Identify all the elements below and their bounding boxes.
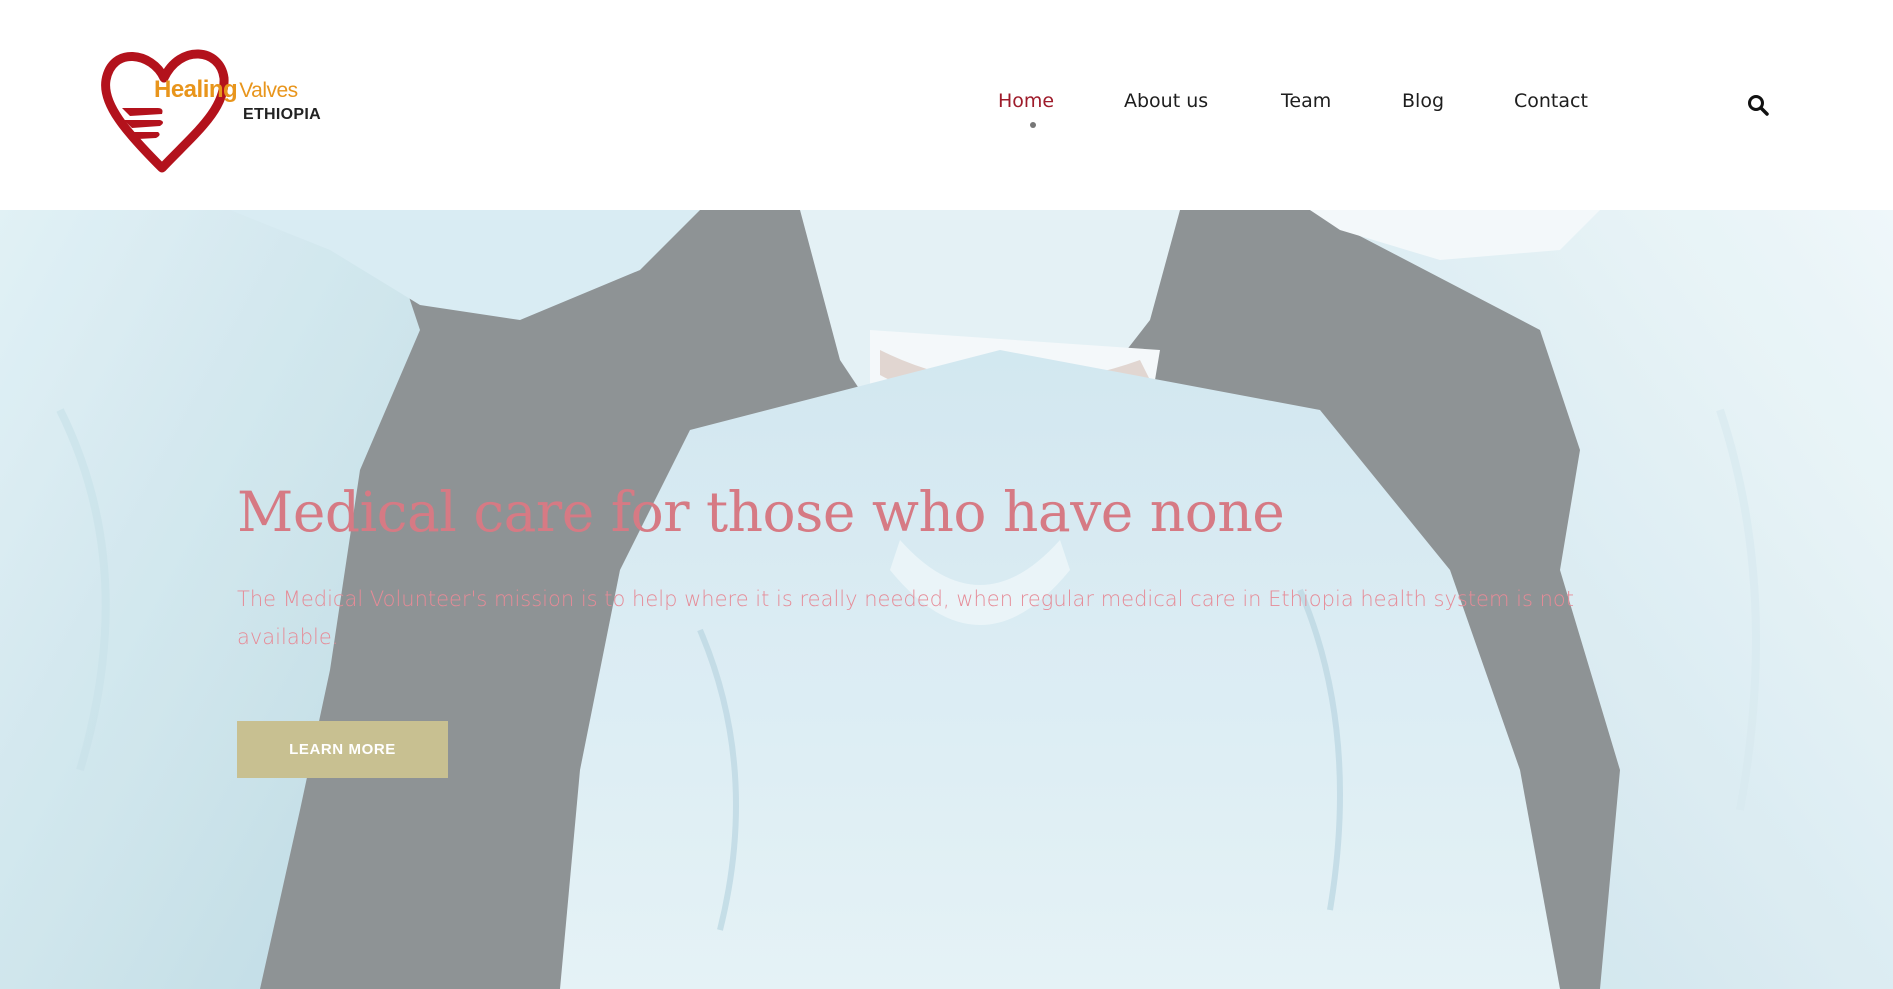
active-indicator-dot (1030, 122, 1036, 128)
search-button[interactable] (1746, 93, 1770, 117)
logo[interactable]: HealingValves ETHIOPIA (100, 40, 330, 175)
hero-description: The Medical Volunteer's mission is to he… (237, 587, 1574, 649)
logo-word-ethiopia: ETHIOPIA (243, 106, 321, 123)
nav-item-contact[interactable]: Contact (1514, 90, 1588, 112)
hero-title: Medical care for those who have none (237, 480, 1285, 544)
learn-more-button[interactable]: LEARN MORE (237, 721, 448, 778)
nav-item-team[interactable]: Team (1281, 90, 1331, 112)
hero-section: Medical care for those who have none The… (0, 210, 1893, 989)
search-icon (1748, 95, 1769, 116)
nav-item-home[interactable]: Home (998, 90, 1054, 112)
site-header: HealingValves ETHIOPIA Home About us Tea… (0, 0, 1893, 210)
nav-item-blog[interactable]: Blog (1402, 90, 1444, 112)
logo-wordmark: HealingValves (154, 76, 298, 104)
logo-word-valves: Valves (239, 79, 298, 102)
logo-word-healing: Healing (154, 76, 238, 103)
nav-item-about-us[interactable]: About us (1124, 90, 1208, 112)
heart-logo-icon (101, 49, 229, 173)
